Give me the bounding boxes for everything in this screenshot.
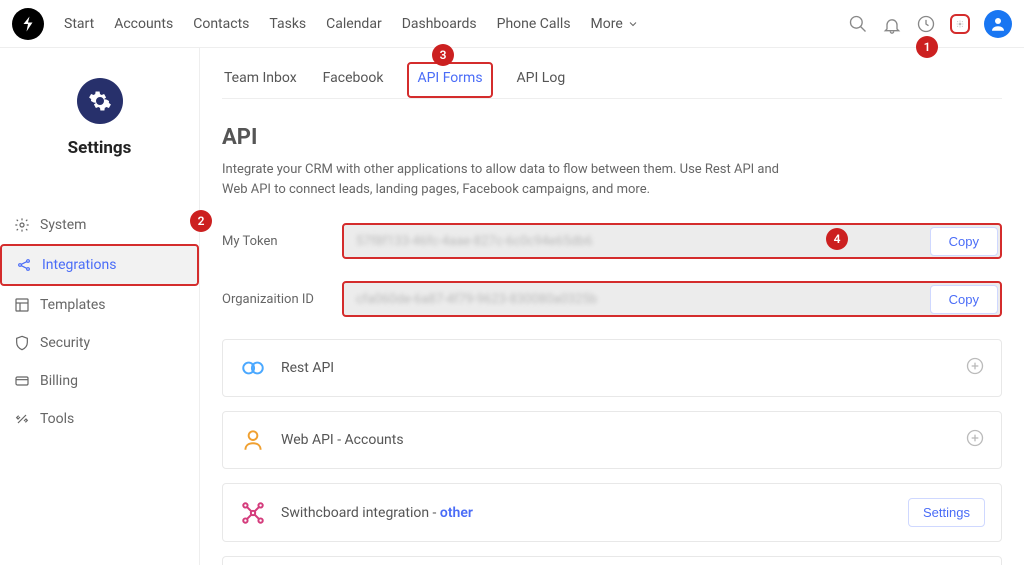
tab-api-forms[interactable]: API Forms — [407, 62, 492, 98]
card-switchboard[interactable]: Swithcboard integration - other Settings — [222, 483, 1002, 542]
plus-circle-icon[interactable] — [965, 356, 985, 380]
copy-token-button[interactable]: Copy — [930, 227, 998, 256]
sidebar-item-label: Billing — [40, 373, 78, 389]
sidebar-item-label: Templates — [40, 297, 106, 313]
layout-icon — [14, 297, 30, 313]
sidebar-item-templates[interactable]: Templates — [0, 286, 199, 324]
integration-tabs: Team Inbox Facebook API Forms API Log — [222, 62, 1002, 99]
sidebar-item-label: Security — [40, 335, 90, 351]
card-web-api-tickets[interactable]: Web API - Tickets — [222, 556, 1002, 565]
callout-3: 3 — [432, 44, 454, 66]
card-web-api-accounts[interactable]: Web API - Accounts — [222, 411, 1002, 469]
plus-circle-icon[interactable] — [965, 428, 985, 452]
tab-team-inbox[interactable]: Team Inbox — [222, 62, 299, 98]
callout-2: 2 — [190, 210, 212, 232]
nav-more-label: More — [591, 16, 623, 32]
token-row: My Token 57f8f133-46fc-4aae-827c-6c0c94e… — [222, 223, 1002, 259]
shield-icon — [14, 335, 30, 351]
sidebar-item-label: System — [40, 217, 86, 233]
tab-facebook[interactable]: Facebook — [321, 62, 386, 98]
nav-right — [848, 10, 1012, 38]
org-label: Organizaition ID — [222, 292, 342, 307]
person-icon — [239, 426, 267, 454]
card-label: Web API - Accounts — [281, 432, 404, 448]
card-label: Rest API — [281, 360, 334, 376]
sidebar-menu: System Integrations Templates Security B… — [0, 206, 199, 438]
gear-icon — [14, 217, 30, 233]
sidebar-item-integrations[interactable]: Integrations — [0, 244, 199, 286]
sidebar-title: Settings — [10, 138, 189, 158]
app-logo[interactable] — [12, 8, 44, 40]
token-field: 57f8f133-46fc-4aae-827c-6c0c94e65db6 Cop… — [342, 223, 1002, 259]
sidebar-item-label: Tools — [40, 411, 74, 427]
tab-api-log[interactable]: API Log — [515, 62, 568, 98]
page-heading: API — [222, 125, 1002, 150]
tools-icon — [14, 411, 30, 427]
sidebar-header: Settings — [0, 48, 199, 176]
sidebar-item-label: Integrations — [42, 257, 116, 273]
top-nav: Start Accounts Contacts Tasks Calendar D… — [0, 0, 1024, 48]
card-label-prefix: Swithcboard integration - — [281, 505, 440, 521]
main-content: Team Inbox Facebook API Forms API Log AP… — [200, 48, 1024, 565]
card-icon — [14, 373, 30, 389]
settings-gear-icon[interactable] — [950, 14, 970, 34]
org-row: Organizaition ID cfa060de-6a87-4f79-9623… — [222, 281, 1002, 317]
nav-more[interactable]: More — [591, 16, 639, 32]
sidebar-item-tools[interactable]: Tools — [0, 400, 199, 438]
nav-accounts[interactable]: Accounts — [114, 16, 173, 32]
callout-1: 1 — [916, 36, 938, 58]
sidebar: Settings System Integrations Templates S… — [0, 48, 200, 565]
user-avatar[interactable] — [984, 10, 1012, 38]
nav-tasks[interactable]: Tasks — [269, 16, 306, 32]
copy-org-button[interactable]: Copy — [930, 285, 998, 314]
sidebar-gear-icon — [77, 78, 123, 124]
share-icon — [16, 257, 32, 273]
sidebar-item-system[interactable]: System — [0, 206, 199, 244]
org-field: cfa060de-6a87-4f79-9623-830080a0325b Cop… — [342, 281, 1002, 317]
nav-start[interactable]: Start — [64, 16, 94, 32]
clock-icon[interactable] — [916, 14, 936, 34]
network-icon — [239, 499, 267, 527]
card-label-link[interactable]: other — [440, 505, 473, 521]
nav-calendar[interactable]: Calendar — [326, 16, 382, 32]
chevron-down-icon — [627, 18, 639, 30]
nav-dashboards[interactable]: Dashboards — [402, 16, 477, 32]
nav-links: Start Accounts Contacts Tasks Calendar D… — [64, 16, 639, 32]
nav-contacts[interactable]: Contacts — [193, 16, 249, 32]
card-rest-api[interactable]: Rest API — [222, 339, 1002, 397]
card-settings-button[interactable]: Settings — [908, 498, 985, 527]
bell-icon[interactable] — [882, 14, 902, 34]
search-icon[interactable] — [848, 14, 868, 34]
sidebar-item-billing[interactable]: Billing — [0, 362, 199, 400]
link-icon — [239, 354, 267, 382]
token-label: My Token — [222, 234, 342, 249]
nav-phone-calls[interactable]: Phone Calls — [497, 16, 571, 32]
page-description: Integrate your CRM with other applicatio… — [222, 160, 782, 199]
card-label: Swithcboard integration - other — [281, 505, 473, 521]
org-value: cfa060de-6a87-4f79-9623-830080a0325b — [344, 292, 928, 307]
callout-4: 4 — [826, 228, 848, 250]
sidebar-item-security[interactable]: Security — [0, 324, 199, 362]
